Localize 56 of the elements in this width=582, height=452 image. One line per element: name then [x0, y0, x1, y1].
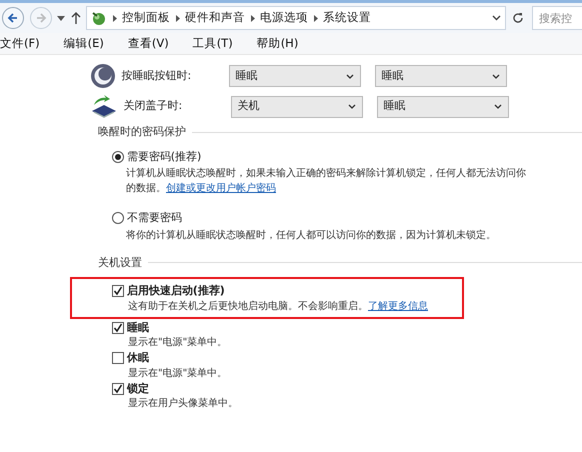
option-label: 睡眠 — [126, 320, 149, 336]
dropdown[interactable]: 关机 — [230, 96, 362, 118]
field-label: 关闭盖子时: — [124, 98, 184, 114]
back-button[interactable] — [2, 7, 24, 29]
menu-item[interactable]: 查看(V) — [128, 34, 177, 52]
chevron-down-icon — [492, 74, 500, 78]
dropdown[interactable]: 睡眠 — [374, 65, 506, 87]
option-label: 需要密码(推荐) — [126, 148, 202, 164]
chevron-icon[interactable] — [112, 14, 116, 22]
chevron-down-icon — [346, 74, 354, 78]
section-heading: 关机设置 — [98, 254, 142, 270]
moon-icon — [90, 63, 116, 89]
menu-item[interactable]: 工具(T) — [192, 34, 241, 52]
breadcrumb-item[interactable]: 电源选项 — [260, 9, 308, 27]
description-text: 这有助于在关机之后更快地启动电脑。不会影响重启。了解更多信息 — [128, 300, 429, 314]
breadcrumb-item[interactable]: 硬件和声音 — [185, 9, 245, 27]
help-link[interactable]: 了解更多信息 — [368, 300, 428, 312]
description-text: 计算机从睡眠状态唤醒时，如果未输入正确的密码来解除计算机锁定，任何人都无法访问你的数据。创建或更改用户帐户密码 — [126, 166, 527, 196]
refresh-icon[interactable] — [512, 12, 524, 24]
description-text: 显示在"电源"菜单中。 — [128, 336, 228, 350]
dropdown-chevron-icon[interactable] — [492, 15, 501, 21]
back-arrow-icon — [7, 12, 19, 24]
chevron-icon[interactable] — [314, 14, 318, 22]
description-text: 显示在用户头像菜单中。 — [128, 397, 239, 411]
radio-button[interactable] — [112, 212, 124, 224]
option-label: 不需要密码 — [126, 210, 182, 226]
field-label: 按睡眠按钮时: — [122, 68, 192, 84]
description-text: 显示在"电源"菜单中。 — [128, 366, 228, 380]
checkbox[interactable] — [112, 285, 124, 298]
radio-button[interactable] — [112, 150, 124, 163]
menu-item[interactable]: 帮助(H) — [256, 34, 306, 52]
dropdown[interactable]: 睡眠 — [228, 65, 360, 87]
dropdown[interactable]: 睡眠 — [376, 96, 508, 118]
chevron-down-icon — [348, 104, 356, 109]
breadcrumb-item[interactable]: 控制面板 — [122, 9, 170, 27]
section-heading: 唤醒时的密码保护 — [98, 124, 186, 140]
address-bar[interactable]: 控制面板 硬件和声音 电源选项 系统设置 — [86, 6, 506, 30]
forward-arrow-icon — [34, 12, 46, 24]
checkbox[interactable] — [112, 352, 124, 364]
up-arrow-icon[interactable] — [70, 12, 80, 24]
option-label: 启用快速启动(推荐) — [126, 283, 225, 299]
breadcrumb-item[interactable]: 系统设置 — [323, 9, 371, 27]
menu-item[interactable]: 编辑(E) — [64, 34, 112, 52]
help-link[interactable]: 创建或更改用户帐户密码 — [166, 183, 276, 194]
control-panel-icon — [91, 10, 107, 26]
chevron-down-icon — [494, 104, 502, 109]
checkbox[interactable] — [112, 382, 124, 395]
menu-item[interactable]: 文件(F) — [0, 34, 48, 52]
chevron-icon[interactable] — [176, 14, 180, 22]
search-field[interactable]: 搜索控 — [532, 6, 582, 30]
checkbox[interactable] — [112, 322, 124, 334]
option-label: 休眠 — [126, 350, 149, 366]
description-text: 将你的计算机从睡眠状态唤醒时，任何人都可以访问你的数据，因为计算机未锁定。 — [126, 228, 497, 242]
option-label: 锁定 — [126, 380, 149, 396]
recent-dropdown-icon[interactable] — [57, 16, 65, 20]
chevron-icon[interactable] — [250, 14, 254, 22]
